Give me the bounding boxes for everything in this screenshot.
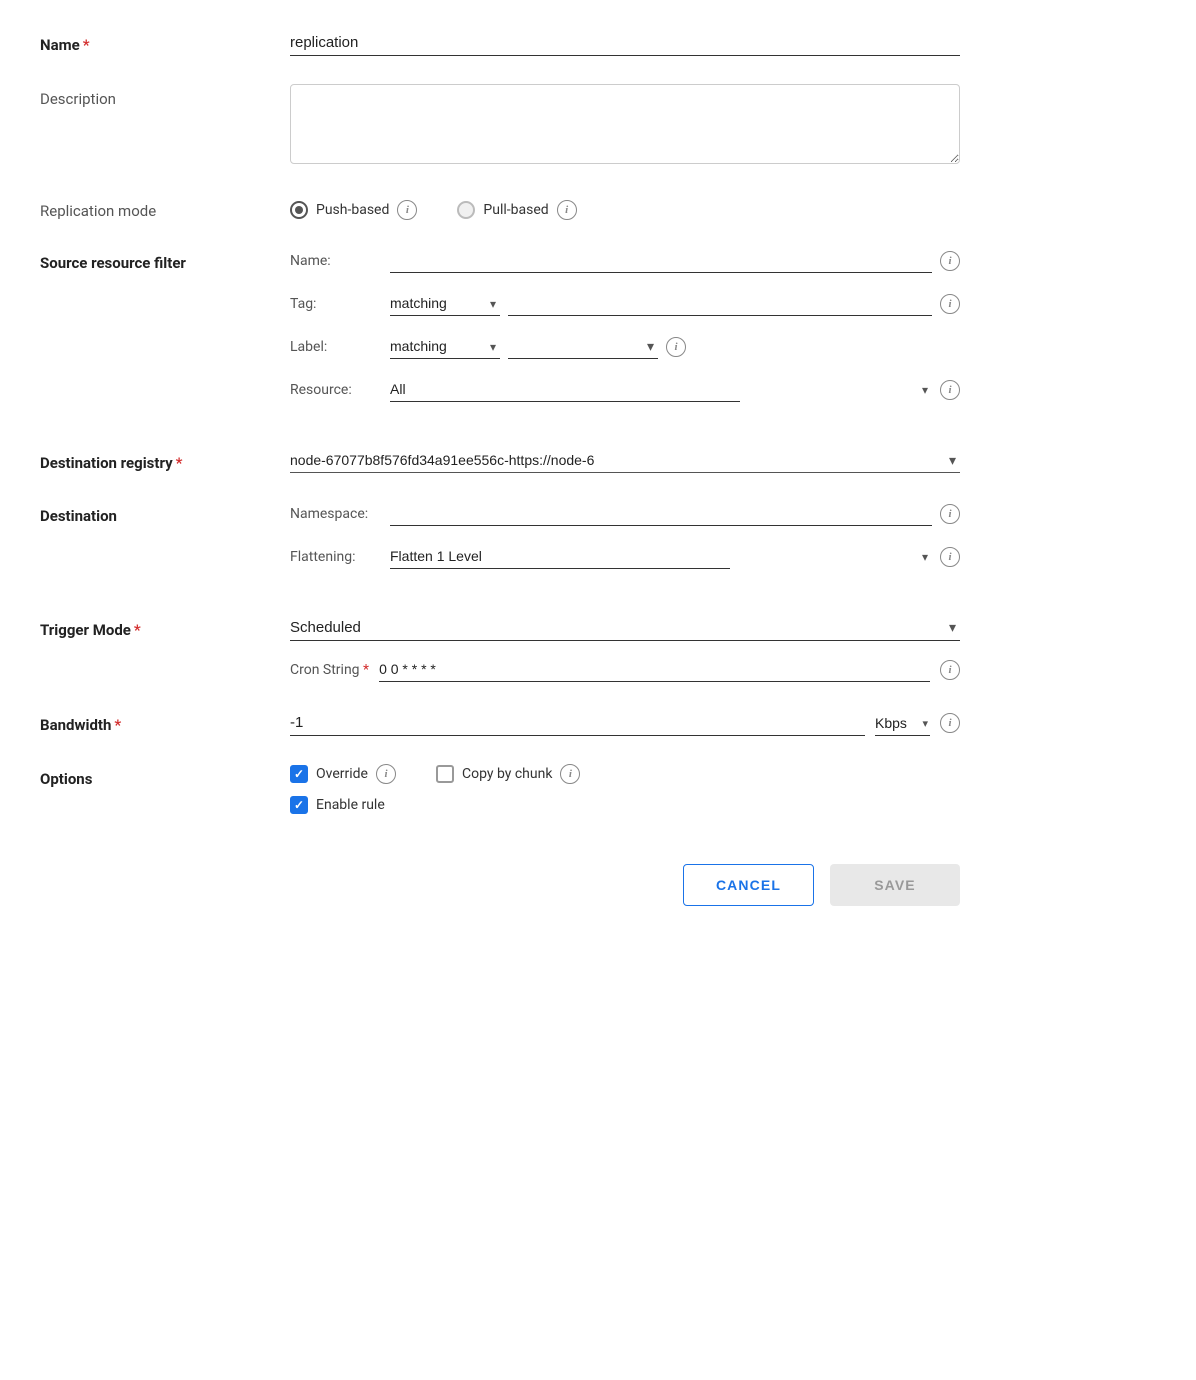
filter-tag-row: Tag: matching excluding ▾ i (290, 291, 960, 316)
pull-based-option[interactable]: Pull-based i (457, 200, 576, 220)
source-filter-label: Source resource filter (40, 248, 290, 272)
bandwidth-unit-wrapper: Kbps Mbps ▾ (875, 711, 930, 736)
name-field-label: Name* (40, 30, 290, 54)
filter-label-value-select[interactable] (508, 334, 658, 359)
cancel-button[interactable]: CANCEL (683, 864, 814, 906)
bandwidth-row: Kbps Mbps ▾ i (290, 710, 960, 736)
flattening-info-icon[interactable]: i (940, 547, 960, 567)
flattening-chevron-icon: ▾ (922, 550, 928, 564)
copy-by-chunk-checkbox[interactable] (436, 765, 454, 783)
pull-based-radio[interactable] (457, 201, 475, 219)
filter-tag-select[interactable]: matching excluding (390, 291, 500, 316)
cron-info-icon[interactable]: i (940, 660, 960, 680)
bandwidth-label: Bandwidth* (40, 710, 290, 734)
filter-name-row: Name: i (290, 248, 960, 273)
filter-tag-label: Tag: (290, 296, 380, 312)
filter-label-row: Label: matching excluding ▾ ▾ (290, 334, 960, 359)
copy-by-chunk-option[interactable]: Copy by chunk i (436, 764, 580, 784)
cron-input[interactable] (379, 657, 930, 682)
filter-name-info-icon[interactable]: i (940, 251, 960, 271)
filter-resource-chevron-icon: ▾ (922, 383, 928, 397)
replication-mode-label: Replication mode (40, 196, 290, 220)
cron-label: Cron String * (290, 662, 369, 678)
copy-by-chunk-info-icon[interactable]: i (560, 764, 580, 784)
flattening-label: Flattening: (290, 549, 380, 565)
override-info-icon[interactable]: i (376, 764, 396, 784)
push-based-option[interactable]: Push-based i (290, 200, 417, 220)
enable-rule-row: ✓ Enable rule (290, 796, 960, 814)
trigger-mode-select[interactable]: Scheduled Event Based Manual (290, 615, 960, 641)
flattening-select[interactable]: Flatten 1 Level No Flattening Flatten Al… (390, 544, 730, 569)
options-content: ✓ Override i Copy by chunk i (290, 764, 960, 784)
button-row: CANCEL SAVE (40, 864, 960, 936)
filter-label-info-icon[interactable]: i (666, 337, 686, 357)
filter-label-select[interactable]: matching excluding (390, 334, 500, 359)
description-input[interactable] (290, 84, 960, 164)
namespace-label: Namespace: (290, 506, 380, 522)
override-check-icon: ✓ (294, 768, 304, 780)
override-option[interactable]: ✓ Override i (290, 764, 396, 784)
pull-based-info-icon[interactable]: i (557, 200, 577, 220)
filter-resource-row: Resource: All Image Chart ▾ i (290, 377, 960, 402)
description-label: Description (40, 84, 290, 108)
namespace-row: Namespace: i (290, 501, 960, 526)
cron-row: Cron String * i (290, 657, 960, 682)
trigger-mode-label: Trigger Mode* (40, 615, 290, 639)
bandwidth-unit-select[interactable]: Kbps Mbps (875, 711, 930, 736)
override-checkbox[interactable]: ✓ (290, 765, 308, 783)
push-based-info-icon[interactable]: i (397, 200, 417, 220)
destination-label: Destination (40, 501, 290, 525)
bandwidth-info-icon[interactable]: i (940, 713, 960, 733)
destination-registry-wrapper: ▾ (290, 448, 960, 473)
trigger-mode-wrapper: Scheduled Event Based Manual ▾ (290, 615, 960, 641)
enable-rule-checkbox[interactable]: ✓ (290, 796, 308, 814)
options-label: Options (40, 764, 290, 788)
filter-resource-info-icon[interactable]: i (940, 380, 960, 400)
name-input[interactable] (290, 30, 960, 56)
destination-registry-label: Destination registry* (40, 448, 290, 472)
filter-resource-select[interactable]: All Image Chart (390, 377, 740, 402)
filter-name-label: Name: (290, 253, 380, 269)
push-based-radio[interactable] (290, 201, 308, 219)
flattening-row: Flattening: Flatten 1 Level No Flattenin… (290, 544, 960, 569)
destination-registry-input[interactable] (290, 448, 960, 473)
save-button[interactable]: SAVE (830, 864, 960, 906)
filter-resource-label: Resource: (290, 382, 380, 398)
namespace-input[interactable] (390, 501, 932, 526)
filter-tag-value-input[interactable] (508, 291, 932, 316)
filter-label-label: Label: (290, 339, 380, 355)
filter-tag-info-icon[interactable]: i (940, 294, 960, 314)
enable-rule-check-icon: ✓ (294, 799, 304, 811)
namespace-info-icon[interactable]: i (940, 504, 960, 524)
filter-name-input[interactable] (390, 248, 932, 273)
bandwidth-input[interactable] (290, 710, 865, 736)
